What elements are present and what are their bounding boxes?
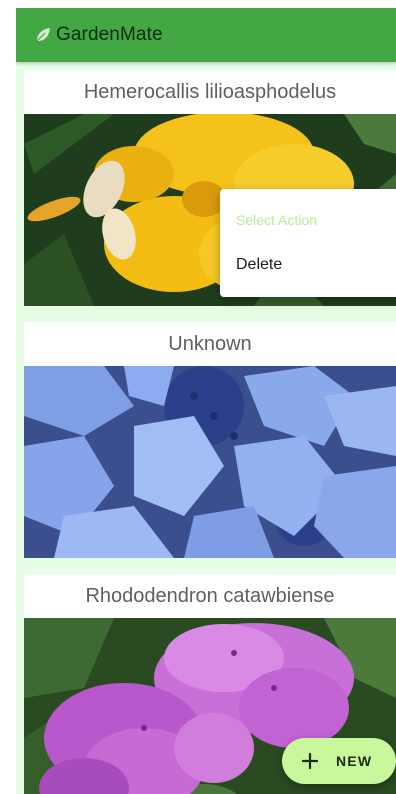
app-title: GardenMate xyxy=(56,24,163,45)
app-bar: GardenMate xyxy=(16,8,396,62)
plant-name: Rhododendron catawbiense xyxy=(24,574,396,618)
plant-name: Unknown xyxy=(24,322,396,366)
new-plant-button[interactable]: NEW xyxy=(282,738,396,784)
delete-menu-item[interactable]: Delete xyxy=(220,247,396,283)
plant-card[interactable]: Unknown xyxy=(24,322,396,558)
app-screen: GardenMate Hemerocallis lilioasphodelus xyxy=(16,8,396,794)
plus-icon xyxy=(302,753,318,769)
context-menu: Select Action Delete xyxy=(220,189,396,297)
leaf-icon xyxy=(36,28,50,42)
new-button-label: NEW xyxy=(336,753,373,769)
plant-name: Hemerocallis lilioasphodelus xyxy=(24,70,396,114)
menu-header: Select Action xyxy=(236,212,317,228)
blue-hydrangea-photo[interactable] xyxy=(24,366,396,558)
